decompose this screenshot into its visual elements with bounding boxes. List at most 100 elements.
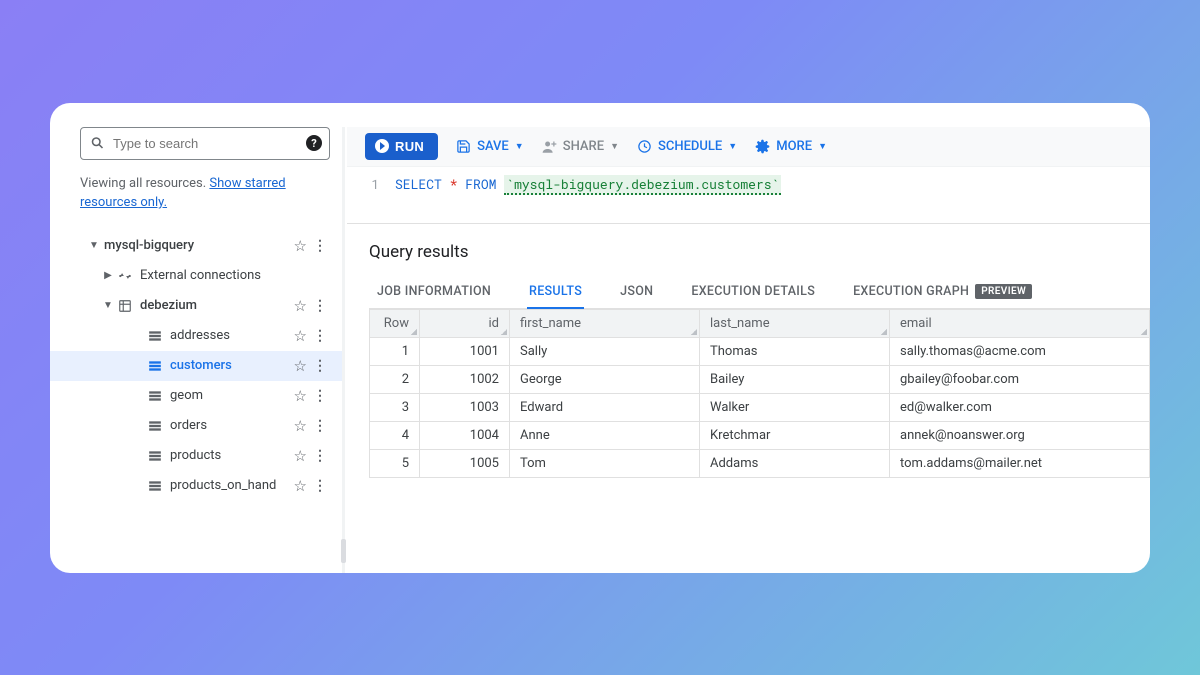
main-pane: RUN SAVE ▼ SHARE ▼ SCHEDULE ▼ MORE ▼ xyxy=(347,127,1150,573)
col-email[interactable]: email xyxy=(890,309,1150,337)
caret-down-icon: ▼ xyxy=(515,141,524,152)
table-icon xyxy=(148,420,162,432)
table-row[interactable]: 5 1005 Tom Addams tom.addams@mailer.net xyxy=(370,449,1150,477)
kebab-icon[interactable]: ⋮ xyxy=(313,358,326,374)
tab-json[interactable]: JSON xyxy=(618,276,655,308)
tree-table-label: products_on_hand xyxy=(170,478,294,493)
table-icon xyxy=(148,480,162,492)
table-icon xyxy=(148,450,162,462)
sql-line: SELECT * FROM `mysql-bigquery.debezium.c… xyxy=(395,175,781,193)
kebab-icon[interactable]: ⋮ xyxy=(313,298,326,314)
gear-icon xyxy=(755,139,770,154)
more-button[interactable]: MORE ▼ xyxy=(755,139,827,154)
tree-table-products-on-hand[interactable]: products_on_hand ☆ ⋮ xyxy=(80,471,330,501)
star-icon[interactable]: ☆ xyxy=(294,417,307,435)
sym-star: * xyxy=(450,175,458,193)
schedule-button[interactable]: SCHEDULE ▼ xyxy=(637,139,737,154)
search-wrap: ? xyxy=(80,127,330,160)
star-icon[interactable]: ☆ xyxy=(294,297,307,315)
share-button[interactable]: SHARE ▼ xyxy=(542,139,619,154)
cell-id: 1002 xyxy=(420,365,510,393)
tree-table-orders[interactable]: orders ☆⋮ xyxy=(80,411,330,441)
caret-down-icon: ▼ xyxy=(818,141,827,152)
tree-table-customers[interactable]: customers ☆⋮ xyxy=(80,351,330,381)
results-tabs: JOB INFORMATION RESULTS JSON EXECUTION D… xyxy=(369,276,1150,309)
tab-execution-details[interactable]: EXECUTION DETAILS xyxy=(689,276,817,308)
save-label: SAVE xyxy=(477,139,509,154)
kebab-icon[interactable]: ⋮ xyxy=(313,448,326,464)
cell-row: 3 xyxy=(370,393,420,421)
tree-external-connections[interactable]: ▶ External connections xyxy=(80,261,330,291)
clock-icon xyxy=(637,139,652,154)
kebab-icon[interactable]: ⋮ xyxy=(313,388,326,404)
schedule-label: SCHEDULE xyxy=(658,139,722,154)
cell-id: 1003 xyxy=(420,393,510,421)
search-input[interactable] xyxy=(80,127,330,160)
viewing-prefix: Viewing all resources. xyxy=(80,176,209,191)
kebab-icon[interactable]: ⋮ xyxy=(313,238,326,254)
chevron-down-icon: ▼ xyxy=(98,300,118,311)
save-button[interactable]: SAVE ▼ xyxy=(456,139,524,154)
col-id[interactable]: id xyxy=(420,309,510,337)
kebab-icon[interactable]: ⋮ xyxy=(313,328,326,344)
star-icon[interactable]: ☆ xyxy=(294,447,307,465)
table-row[interactable]: 2 1002 George Bailey gbailey@foobar.com xyxy=(370,365,1150,393)
search-icon xyxy=(90,136,105,151)
pane-divider[interactable] xyxy=(342,127,345,573)
tree-dataset-label: debezium xyxy=(140,298,294,313)
connection-icon xyxy=(118,269,132,283)
tree-table-label: geom xyxy=(170,388,294,403)
query-toolbar: RUN SAVE ▼ SHARE ▼ SCHEDULE ▼ MORE ▼ xyxy=(347,127,1150,167)
cell-first: Anne xyxy=(510,421,700,449)
caret-down-icon: ▼ xyxy=(610,141,619,152)
tree-table-geom[interactable]: geom ☆ ⋮ xyxy=(80,381,330,411)
kebab-icon[interactable]: ⋮ xyxy=(313,478,326,494)
star-icon[interactable]: ☆ xyxy=(294,357,307,375)
cell-first: George xyxy=(510,365,700,393)
cell-last: Thomas xyxy=(700,337,890,365)
star-icon[interactable]: ☆ xyxy=(294,477,307,495)
share-label: SHARE xyxy=(563,139,604,154)
share-icon xyxy=(542,139,557,154)
kebab-icon[interactable]: ⋮ xyxy=(313,418,326,434)
more-label: MORE xyxy=(776,139,812,154)
table-icon xyxy=(148,360,162,372)
table-icon xyxy=(148,330,162,342)
run-button[interactable]: RUN xyxy=(365,133,438,160)
col-first[interactable]: first_name xyxy=(510,309,700,337)
tab-results[interactable]: RESULTS xyxy=(527,276,584,309)
results-area: Query results JOB INFORMATION RESULTS JS… xyxy=(347,223,1150,478)
cell-last: Addams xyxy=(700,449,890,477)
table-ref: `mysql-bigquery.debezium.customers` xyxy=(504,175,781,195)
tree-table-addresses[interactable]: addresses ☆ ⋮ xyxy=(80,321,330,351)
tree-external-label: External connections xyxy=(140,268,326,283)
table-row[interactable]: 4 1004 Anne Kretchmar annek@noanswer.org xyxy=(370,421,1150,449)
star-icon[interactable]: ☆ xyxy=(294,387,307,405)
app-panel: ? Viewing all resources. Show starred re… xyxy=(50,103,1150,573)
tree-dataset[interactable]: ▼ debezium ☆ ⋮ xyxy=(80,291,330,321)
tab-job-info[interactable]: JOB INFORMATION xyxy=(375,276,493,308)
table-row[interactable]: 1 1001 Sally Thomas sally.thomas@acme.co… xyxy=(370,337,1150,365)
star-icon[interactable]: ☆ xyxy=(294,237,307,255)
preview-badge: PREVIEW xyxy=(975,284,1032,299)
dataset-icon xyxy=(118,299,132,313)
tree-project[interactable]: ▼ mysql-bigquery ☆ ⋮ xyxy=(80,231,330,261)
cell-first: Sally xyxy=(510,337,700,365)
sql-editor[interactable]: 1 SELECT * FROM `mysql-bigquery.debezium… xyxy=(347,167,1150,223)
tree-table-products[interactable]: products ☆⋮ xyxy=(80,441,330,471)
play-icon xyxy=(375,139,389,153)
cell-email: gbailey@foobar.com xyxy=(890,365,1150,393)
help-icon[interactable]: ? xyxy=(306,135,322,151)
tab-execution-graph[interactable]: EXECUTION GRAPH PREVIEW xyxy=(851,276,1034,308)
table-header-row: Row id first_name last_name email xyxy=(370,309,1150,337)
line-number: 1 xyxy=(365,175,379,193)
cell-row: 2 xyxy=(370,365,420,393)
cell-last: Kretchmar xyxy=(700,421,890,449)
star-icon[interactable]: ☆ xyxy=(294,327,307,345)
table-row[interactable]: 3 1003 Edward Walker ed@walker.com xyxy=(370,393,1150,421)
col-row[interactable]: Row xyxy=(370,309,420,337)
chevron-right-icon: ▶ xyxy=(98,270,118,281)
tree-table-label: addresses xyxy=(170,328,294,343)
caret-down-icon: ▼ xyxy=(728,141,737,152)
col-last[interactable]: last_name xyxy=(700,309,890,337)
